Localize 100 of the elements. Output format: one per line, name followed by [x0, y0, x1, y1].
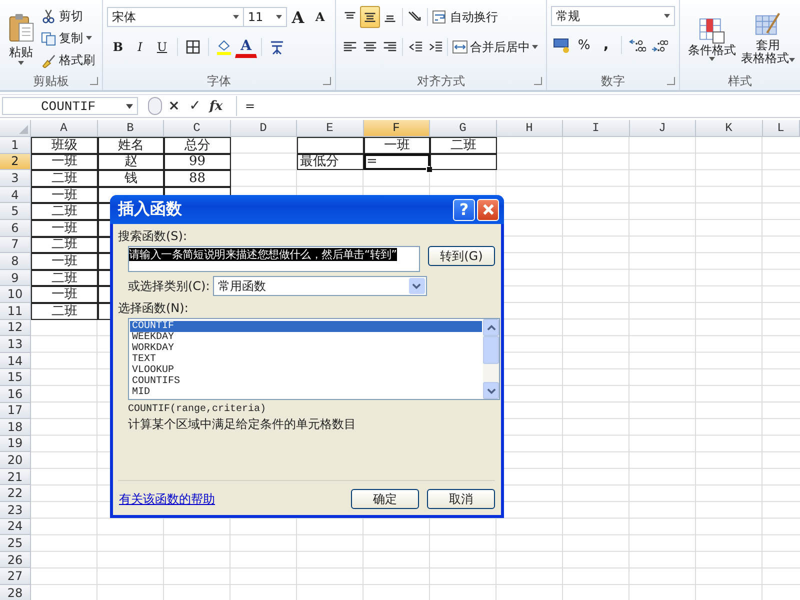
function-item[interactable]: WEEKDAY — [130, 332, 482, 343]
wrap-text-button[interactable]: 自动换行 — [430, 7, 500, 27]
row-header[interactable]: 22 — [0, 485, 31, 502]
merge-center-button[interactable]: 合并后居中 — [450, 37, 540, 57]
font-name-box[interactable]: 宋体 — [107, 7, 244, 27]
column-header[interactable]: J — [630, 120, 696, 137]
row-header[interactable]: 19 — [0, 436, 31, 452]
splitter-handle[interactable] — [148, 97, 162, 115]
column-header[interactable]: G — [430, 120, 496, 137]
category-dropdown[interactable]: 常用函数 — [212, 276, 427, 296]
dialog-launcher-icon[interactable] — [534, 77, 542, 85]
shrink-font-button[interactable]: A — [309, 6, 331, 28]
search-field[interactable]: 请输入一条简短说明来描述您想做什么，然后单击“转到” — [128, 246, 420, 272]
function-item[interactable]: MID — [130, 387, 482, 398]
column-header[interactable]: F — [364, 120, 430, 137]
row-header[interactable]: 7 — [0, 236, 31, 254]
format-painter-button[interactable]: 格式刷 — [38, 50, 98, 70]
insert-function-button[interactable]: fx — [207, 97, 225, 115]
enter-button[interactable]: ✓ — [186, 97, 204, 115]
font-color-button[interactable]: A — [235, 36, 257, 58]
close-button[interactable] — [477, 198, 499, 220]
group-label: 样式 — [728, 72, 752, 90]
paste-button[interactable]: 粘贴 — [4, 11, 38, 65]
cancel-button[interactable]: × — [165, 97, 183, 115]
row-header[interactable]: 17 — [0, 402, 31, 420]
function-item[interactable]: COUNTIFS — [130, 376, 482, 387]
go-button[interactable]: 转到(G) — [428, 246, 495, 266]
column-header[interactable]: I — [563, 120, 630, 137]
dialog-launcher-icon[interactable] — [667, 77, 675, 85]
bold-button[interactable]: B — [107, 36, 129, 58]
font-size-box[interactable]: 11 — [244, 7, 287, 27]
table-cell: 一班 — [364, 137, 430, 154]
row-header[interactable]: 4 — [0, 186, 31, 204]
comma-button[interactable]: , — [595, 34, 617, 56]
row-header[interactable]: 6 — [0, 220, 31, 237]
brush-icon — [41, 52, 56, 68]
cancel-button[interactable]: 取消 — [427, 489, 495, 509]
help-link[interactable]: 有关该函数的帮助 — [119, 490, 343, 508]
column-header[interactable]: K — [696, 120, 762, 137]
table-cell: 姓名 — [98, 137, 164, 154]
function-item[interactable]: TEXT — [130, 354, 482, 365]
table-cell: 99 — [164, 154, 230, 170]
italic-button[interactable]: I — [129, 36, 151, 58]
dialog-launcher-icon[interactable] — [90, 77, 98, 85]
row-header[interactable]: 27 — [0, 568, 31, 586]
corner-triangle-icon — [19, 124, 28, 134]
row-header[interactable]: 26 — [0, 552, 31, 568]
row-header[interactable]: 13 — [0, 336, 31, 353]
function-item[interactable]: COUNTIF — [130, 321, 482, 332]
row-header[interactable]: 15 — [0, 369, 31, 386]
help-button[interactable]: ? — [453, 198, 475, 220]
column-header[interactable]: L — [762, 120, 800, 137]
category-label: 或选择类别(C): — [128, 278, 210, 294]
row-header[interactable]: 18 — [0, 419, 31, 436]
ok-button[interactable]: 确定 — [351, 489, 419, 509]
number-format-box[interactable]: 常规 — [551, 6, 675, 26]
copy-button[interactable]: 复制 — [38, 28, 98, 48]
function-item[interactable]: WORKDAY — [130, 343, 482, 354]
row-header[interactable]: 21 — [0, 468, 31, 486]
caret-icon — [532, 45, 538, 49]
decrease-decimal-icon — [650, 38, 668, 52]
column-header[interactable]: B — [98, 120, 164, 137]
row-header[interactable]: 20 — [0, 452, 31, 469]
conditional-format-button[interactable]: 条件格式 — [684, 16, 740, 60]
row-header[interactable]: 8 — [0, 253, 31, 270]
vertical-align-button[interactable] — [360, 6, 380, 28]
scrollbar[interactable] — [483, 319, 499, 399]
indent-icon — [428, 40, 442, 54]
column-header[interactable]: D — [230, 120, 297, 137]
row-header[interactable]: 9 — [0, 270, 31, 286]
dialog-launcher-icon[interactable] — [323, 77, 331, 85]
row-header[interactable]: 16 — [0, 386, 31, 402]
row-header[interactable]: 5 — [0, 203, 31, 220]
row-header[interactable]: 3 — [0, 170, 31, 187]
grow-font-button[interactable]: A — [287, 6, 309, 28]
row-header[interactable]: 10 — [0, 286, 31, 303]
column-header[interactable]: H — [496, 120, 563, 137]
function-item[interactable]: VLOOKUP — [130, 365, 482, 376]
grid-chart-icon — [699, 18, 725, 44]
row-header[interactable]: 25 — [0, 535, 31, 552]
row-header[interactable]: 14 — [0, 352, 31, 370]
column-header[interactable]: A — [31, 120, 98, 137]
table-cell: 赵 — [98, 154, 164, 170]
column-header[interactable]: C — [164, 120, 230, 137]
cut-button[interactable]: 剪切 — [38, 6, 98, 26]
percent-button[interactable]: % — [573, 34, 595, 56]
column-header[interactable]: E — [297, 120, 364, 137]
row-header[interactable]: 1 — [0, 137, 31, 154]
row-header[interactable]: 24 — [0, 518, 31, 536]
row-header[interactable]: 23 — [0, 502, 31, 519]
money-icon — [553, 37, 571, 53]
row-header[interactable]: 11 — [0, 302, 31, 320]
row-header[interactable]: 28 — [0, 585, 31, 600]
format-as-table-button[interactable]: 套用 表格格式 — [740, 11, 796, 65]
table-cell: 二班 — [31, 203, 98, 220]
underline-button[interactable]: U — [151, 36, 173, 58]
row-header[interactable]: 2 — [0, 154, 31, 170]
name-box[interactable]: COUNTIF — [2, 97, 138, 115]
row-header[interactable]: 12 — [0, 320, 31, 336]
table-cell: 钱 — [98, 170, 164, 187]
